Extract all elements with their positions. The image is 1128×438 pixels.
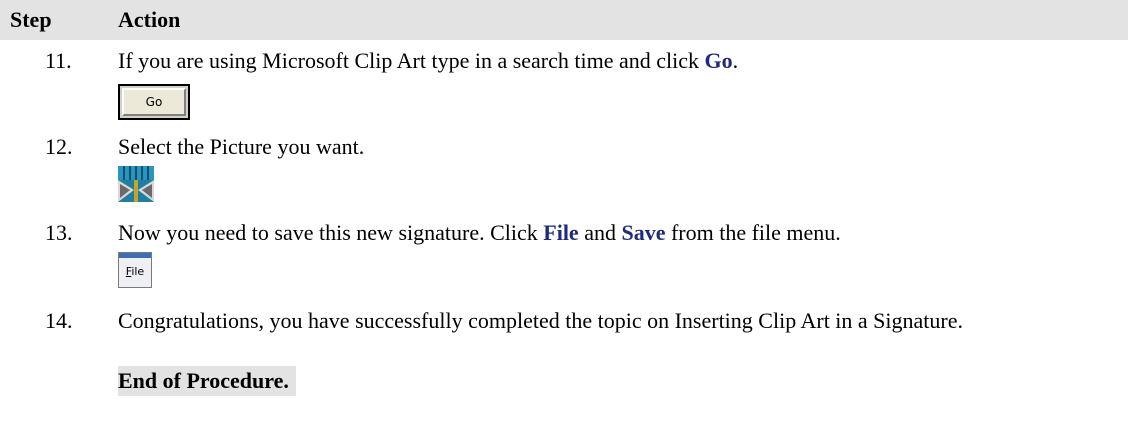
keyword-go: Go	[704, 48, 733, 73]
go-button[interactable]: Go	[118, 84, 190, 120]
keyword-save: Save	[621, 220, 666, 245]
file-menu-label: File	[125, 265, 145, 278]
step-text: Select the Picture you want.	[118, 134, 365, 159]
step-number: 12.	[45, 134, 73, 159]
end-of-procedure: End of Procedure.	[118, 366, 296, 396]
clip-art-picture-icon[interactable]	[118, 166, 154, 202]
step-number: 11.	[45, 48, 72, 73]
go-button-label: Go	[122, 88, 186, 116]
title-bar-strip	[119, 253, 151, 258]
table-header: Step Action	[0, 0, 1128, 40]
step-number: 13.	[45, 220, 73, 245]
step-text: Now you need to save this new signature.…	[118, 220, 841, 245]
file-menu-button[interactable]: File	[118, 252, 152, 288]
step-column-header: Step	[10, 7, 52, 32]
keyword-file: File	[543, 220, 579, 245]
action-column-header: Action	[118, 7, 181, 32]
step-text: If you are using Microsoft Clip Art type…	[118, 48, 739, 73]
step-text: Congratulations, you have successfully c…	[118, 308, 964, 333]
step-number: 14.	[45, 308, 73, 333]
